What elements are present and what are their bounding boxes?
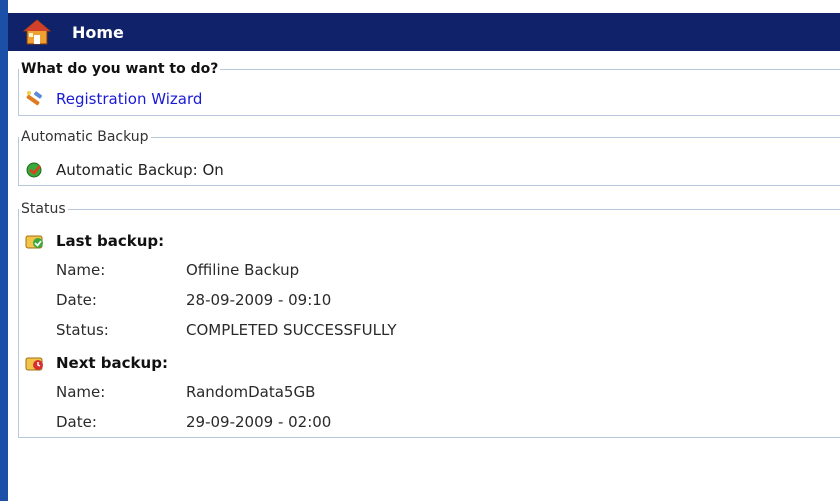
automatic-backup-row: Automatic Backup: On bbox=[24, 160, 224, 180]
last-backup-heading: Last backup: bbox=[56, 232, 165, 250]
automatic-backup-status: Automatic Backup: On bbox=[56, 161, 224, 179]
registration-wizard-link[interactable]: Registration Wizard bbox=[56, 90, 202, 108]
window-title: Home bbox=[72, 22, 124, 42]
next-backup-name-value: RandomData5GB bbox=[186, 383, 316, 401]
next-backup-name-key: Name: bbox=[56, 383, 106, 401]
next-backup-date-row: Date: 29-09-2009 - 02:00 bbox=[56, 413, 456, 433]
title-bar: Home bbox=[8, 13, 840, 51]
registration-wizard-row[interactable]: Registration Wizard bbox=[24, 89, 202, 109]
wizard-wand-icon bbox=[24, 89, 46, 109]
top-strip bbox=[8, 0, 840, 13]
last-backup-date-key: Date: bbox=[56, 291, 97, 309]
last-backup-name-row: Name: Offiline Backup bbox=[56, 261, 456, 281]
next-backup-date-value: 29-09-2009 - 02:00 bbox=[186, 413, 332, 431]
status-legend: Status bbox=[21, 201, 66, 217]
last-backup-status-value: COMPLETED SUCCESSFULLY bbox=[186, 321, 397, 339]
backup-on-icon bbox=[24, 160, 46, 180]
last-backup-date-value: 28-09-2009 - 09:10 bbox=[186, 291, 332, 309]
last-backup-date-row: Date: 28-09-2009 - 09:10 bbox=[56, 291, 456, 311]
next-backup-heading: Next backup: bbox=[56, 354, 168, 372]
backup-scheduled-icon bbox=[24, 353, 46, 373]
home-icon bbox=[22, 17, 52, 47]
home-panel: Home What do you want to do? Registratio… bbox=[0, 0, 840, 501]
next-backup-date-key: Date: bbox=[56, 413, 97, 431]
next-backup-header: Next backup: bbox=[24, 353, 168, 373]
last-backup-name-key: Name: bbox=[56, 261, 106, 279]
last-backup-status-row: Status: COMPLETED SUCCESSFULLY bbox=[56, 321, 556, 341]
last-backup-header: Last backup: bbox=[24, 231, 164, 251]
backup-success-icon bbox=[24, 231, 46, 251]
last-backup-name-value: Offiline Backup bbox=[186, 261, 300, 279]
next-backup-name-row: Name: RandomData5GB bbox=[56, 383, 456, 403]
what-to-do-legend: What do you want to do? bbox=[21, 61, 219, 77]
automatic-backup-legend: Automatic Backup bbox=[21, 129, 149, 145]
last-backup-status-key: Status: bbox=[56, 321, 109, 339]
